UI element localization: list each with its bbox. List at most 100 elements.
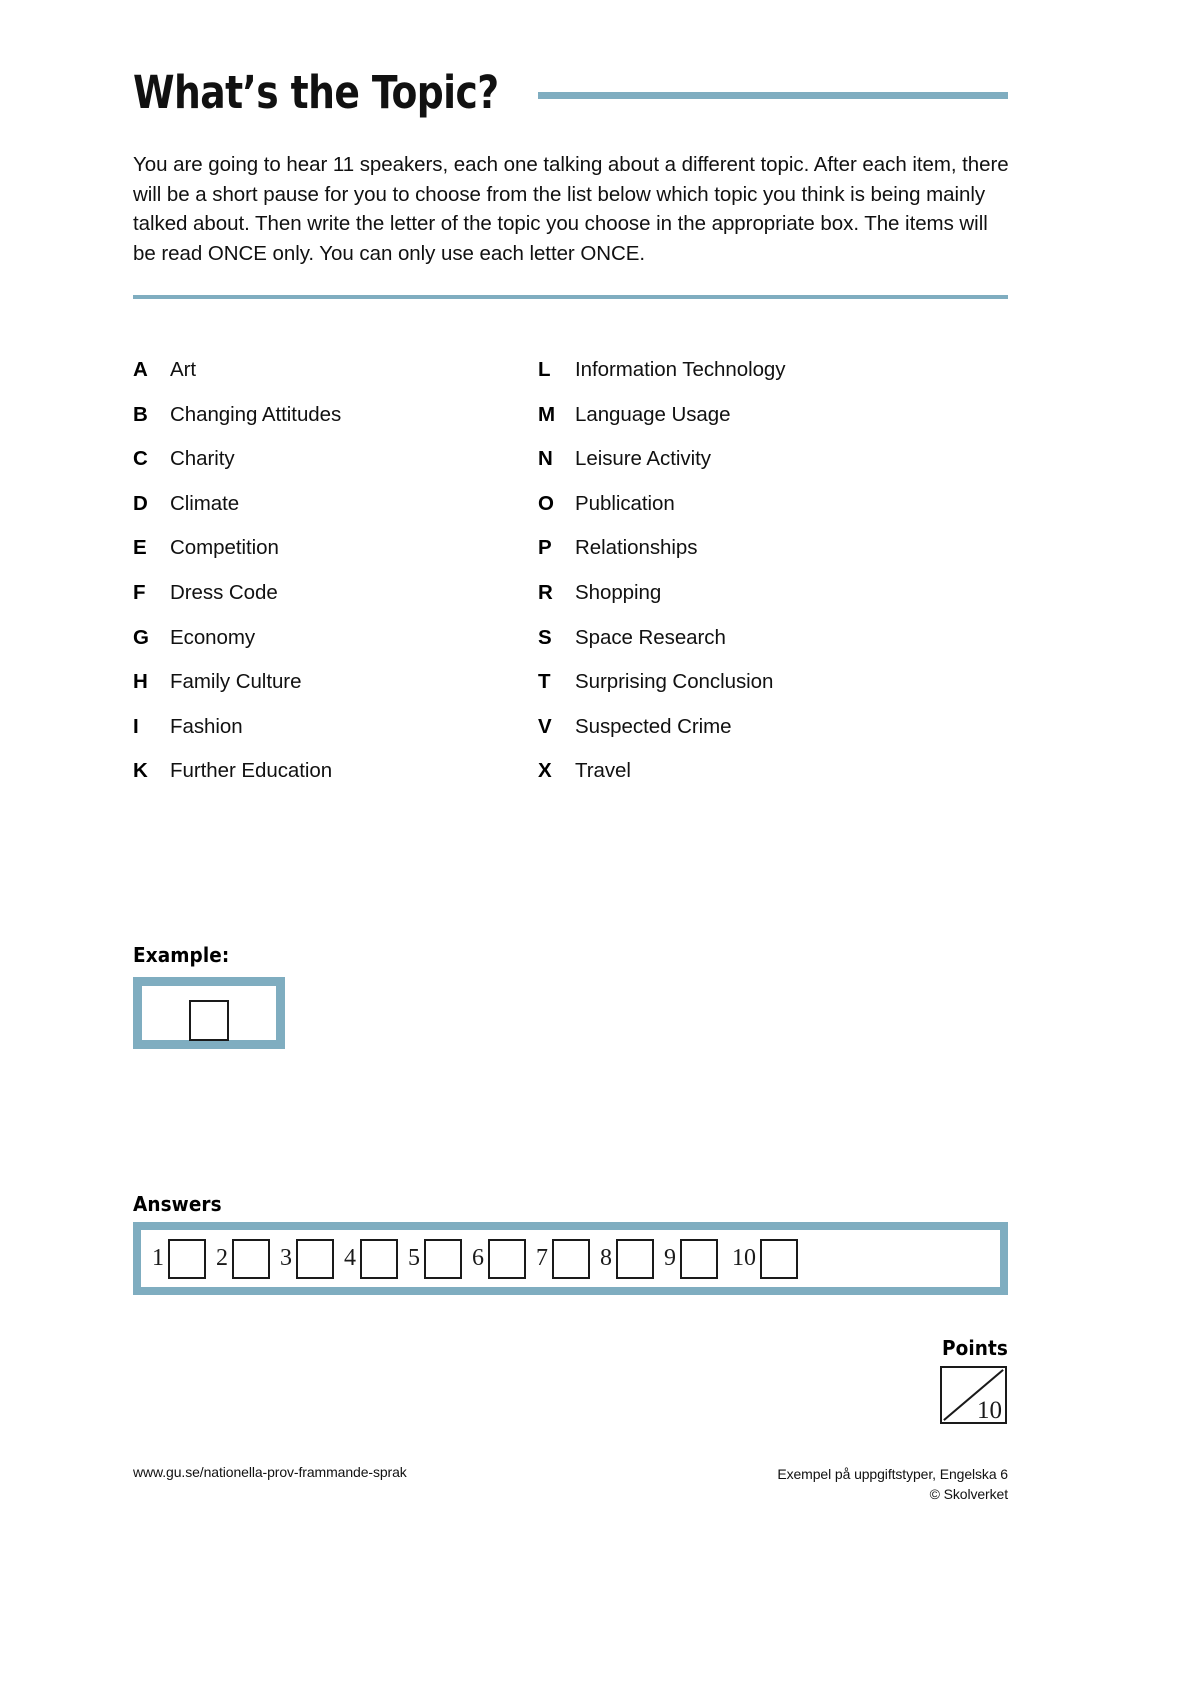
topic-list-right-column: L Information Technology M Language Usag… xyxy=(538,358,943,804)
topic-letter: E xyxy=(133,536,147,560)
topic-label: Economy xyxy=(170,625,256,649)
topic-label: Art xyxy=(170,358,197,381)
page-title: What’s the Topic? xyxy=(133,66,499,119)
answer-input[interactable] xyxy=(168,1238,206,1279)
example-label: Example: xyxy=(133,943,230,967)
answer-cell: 7 xyxy=(534,1238,590,1279)
topic-row[interactable]: V Suspected Crime xyxy=(538,715,943,760)
topic-letter: A xyxy=(133,358,148,381)
answer-number: 3 xyxy=(280,1245,292,1271)
topic-label: Family Culture xyxy=(170,670,302,694)
answer-cell: 9 xyxy=(662,1238,718,1279)
answer-input[interactable] xyxy=(232,1238,270,1279)
answer-cell: 6 xyxy=(470,1238,526,1279)
topic-row[interactable]: I Fashion xyxy=(133,715,538,760)
footer-credit-line-2: © Skolverket xyxy=(929,1486,1008,1502)
topic-label: Dress Code xyxy=(170,580,278,604)
answer-input[interactable] xyxy=(424,1238,462,1279)
topic-row[interactable]: N Leisure Activity xyxy=(538,447,943,492)
topic-row[interactable]: S Space Research xyxy=(538,626,943,671)
answer-number: 1 xyxy=(152,1245,164,1271)
answer-input[interactable] xyxy=(680,1238,718,1279)
topic-letter: H xyxy=(133,670,148,694)
answer-input[interactable] xyxy=(296,1238,334,1279)
topic-label: Competition xyxy=(170,536,279,560)
topic-letter: C xyxy=(133,447,148,471)
topic-letter: R xyxy=(538,580,553,604)
topic-row[interactable]: B Changing Attitudes xyxy=(133,403,538,448)
points-label: Points xyxy=(941,1336,1008,1360)
topic-label: Charity xyxy=(170,447,235,471)
answer-cell: 5 xyxy=(406,1238,462,1279)
topic-row[interactable]: C Charity xyxy=(133,447,538,492)
topic-letter: O xyxy=(538,491,554,515)
answer-input[interactable] xyxy=(360,1238,398,1279)
topic-letter: F xyxy=(133,580,146,604)
answer-input[interactable] xyxy=(760,1238,798,1279)
topic-row[interactable]: X Travel xyxy=(538,759,943,804)
topic-list: A Art B Changing Attitudes C Charity D C… xyxy=(133,358,1009,804)
answer-cell: 1 xyxy=(150,1238,206,1279)
title-accent-rule xyxy=(538,91,1008,99)
answers-row: 1 2 3 4 5 6 7 8 9 10 xyxy=(133,1222,1008,1295)
instructions-accent-rule xyxy=(133,295,1008,299)
topic-row[interactable]: K Further Education xyxy=(133,759,538,804)
topic-row[interactable]: M Language Usage xyxy=(538,403,943,448)
answer-input[interactable] xyxy=(552,1238,590,1279)
example-answer-input[interactable] xyxy=(189,1000,229,1041)
topic-label: Leisure Activity xyxy=(575,447,711,471)
points-max-value: 10 xyxy=(977,1397,1002,1424)
topic-row[interactable]: R Shopping xyxy=(538,581,943,626)
topic-label: Shopping xyxy=(575,580,662,604)
answer-input[interactable] xyxy=(616,1238,654,1279)
topic-label: Language Usage xyxy=(575,402,731,426)
topic-label: Fashion xyxy=(170,714,243,738)
answer-cell: 10 xyxy=(726,1238,798,1279)
topic-row[interactable]: T Surprising Conclusion xyxy=(538,670,943,715)
topic-row[interactable]: E Competition xyxy=(133,536,538,581)
topic-row[interactable]: L Information Technology xyxy=(538,358,943,403)
topic-letter: K xyxy=(133,759,148,783)
topic-letter: S xyxy=(538,625,552,649)
topic-label: Changing Attitudes xyxy=(170,402,342,426)
answer-number: 2 xyxy=(216,1245,228,1271)
topic-label: Travel xyxy=(575,759,631,783)
worksheet-page: What’s the Topic? You are going to hear … xyxy=(0,0,1200,1697)
topic-row[interactable]: D Climate xyxy=(133,492,538,537)
answer-number: 6 xyxy=(472,1245,484,1271)
topic-row[interactable]: F Dress Code xyxy=(133,581,538,626)
topic-letter: B xyxy=(133,402,148,426)
answer-cell: 8 xyxy=(598,1238,654,1279)
footer-url[interactable]: www.gu.se/nationella-prov-frammande-spra… xyxy=(133,1464,407,1480)
topic-letter: T xyxy=(538,670,551,694)
topic-list-left-column: A Art B Changing Attitudes C Charity D C… xyxy=(133,358,538,804)
topic-letter: I xyxy=(133,714,139,738)
topic-label: Space Research xyxy=(575,625,726,649)
topic-letter: N xyxy=(538,447,553,471)
topic-row[interactable]: O Publication xyxy=(538,492,943,537)
answer-input[interactable] xyxy=(488,1238,526,1279)
answer-number: 10 xyxy=(732,1245,756,1271)
topic-letter: D xyxy=(133,491,148,515)
topic-row[interactable]: H Family Culture xyxy=(133,670,538,715)
points-box[interactable]: 10 xyxy=(940,1366,1007,1424)
answer-number: 9 xyxy=(664,1245,676,1271)
topic-label: Further Education xyxy=(170,759,333,783)
instructions-paragraph: You are going to hear 11 speakers, each … xyxy=(133,153,1009,265)
footer-credit-line-1: Exempel på uppgiftstyper, Engelska 6 xyxy=(777,1466,1008,1482)
topic-label: Relationships xyxy=(575,536,698,560)
topic-row[interactable]: G Economy xyxy=(133,626,538,671)
topic-row[interactable]: A Art xyxy=(133,358,538,403)
answer-cell: 3 xyxy=(278,1238,334,1279)
topic-label: Suspected Crime xyxy=(575,714,732,738)
topic-label: Surprising Conclusion xyxy=(575,670,774,694)
header: What’s the Topic? xyxy=(133,62,1008,124)
topic-letter: X xyxy=(538,759,552,783)
answers-label: Answers xyxy=(133,1192,222,1216)
topic-row[interactable]: P Relationships xyxy=(538,536,943,581)
footer-credits: Exempel på uppgiftstyper, Engelska 6 © S… xyxy=(777,1464,1008,1504)
answer-number: 5 xyxy=(408,1245,420,1271)
answer-number: 7 xyxy=(536,1245,548,1271)
topic-letter: M xyxy=(538,402,556,426)
topic-label: Information Technology xyxy=(575,358,786,381)
